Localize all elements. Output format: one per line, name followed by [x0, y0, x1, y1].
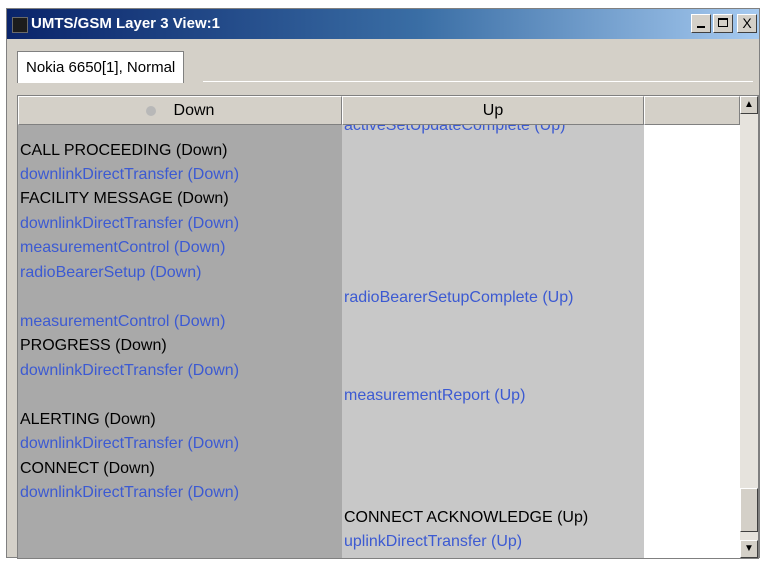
window-title: UMTS/GSM Layer 3 View:1: [31, 15, 220, 32]
column-header-empty[interactable]: [644, 96, 740, 125]
scroll-down-arrow-icon: ▼: [744, 543, 754, 554]
title-bar[interactable]: UMTS/GSM Layer 3 View:1 X: [7, 9, 759, 39]
tab-device[interactable]: Nokia 6650[1], Normal: [17, 51, 185, 83]
message-up[interactable]: uplinkDirectTransfer (Up): [344, 532, 522, 552]
message-down[interactable]: CONNECT (Down): [20, 459, 155, 479]
column-header-down-label: Down: [173, 102, 215, 119]
close-icon: X: [742, 15, 752, 31]
message-down[interactable]: downlinkDirectTransfer (Down): [20, 483, 239, 503]
message-down[interactable]: downlinkDirectTransfer (Down): [20, 434, 239, 454]
up-column: [342, 96, 644, 558]
message-up[interactable]: radioBearerSetupComplete (Up): [344, 288, 573, 308]
scroll-down-button[interactable]: ▼: [740, 540, 758, 558]
app-icon: [12, 17, 28, 33]
minimize-button[interactable]: [691, 14, 711, 33]
message-down[interactable]: radioBearerSetup (Down): [20, 263, 201, 283]
message-down[interactable]: CALL PROCEEDING (Down): [20, 141, 227, 161]
sort-icon: [145, 105, 156, 116]
empty-column: [644, 96, 740, 558]
message-up[interactable]: CONNECT ACKNOWLEDGE (Up): [344, 508, 588, 528]
column-header-up[interactable]: Up: [342, 96, 644, 125]
column-header-down[interactable]: Down: [18, 96, 342, 125]
message-down[interactable]: downlinkDirectTransfer (Down): [20, 214, 239, 234]
message-down[interactable]: downlinkDirectTransfer (Down): [20, 165, 239, 185]
layer3-view-window: UMTS/GSM Layer 3 View:1 X Nokia 6650[1],…: [6, 8, 760, 559]
close-button[interactable]: X: [737, 14, 757, 33]
maximize-button[interactable]: [713, 14, 733, 33]
message-up[interactable]: measurementReport (Up): [344, 386, 525, 406]
vertical-scrollbar[interactable]: ▲ ▼: [740, 96, 758, 558]
scrollbar-thumb[interactable]: [740, 488, 758, 532]
message-down[interactable]: ALERTING (Down): [20, 410, 156, 430]
message-grid: Down Up activeSetUpdateComplete (Up) CAL…: [17, 95, 759, 559]
scroll-up-button[interactable]: ▲: [740, 96, 758, 114]
maximize-icon: [718, 18, 728, 27]
message-down[interactable]: measurementControl (Down): [20, 312, 225, 332]
minimize-icon: [697, 26, 705, 28]
message-down[interactable]: FACILITY MESSAGE (Down): [20, 189, 229, 209]
scroll-up-arrow-icon: ▲: [744, 99, 754, 110]
tab-strip-divider: [203, 81, 753, 82]
message-down[interactable]: measurementControl (Down): [20, 238, 225, 258]
message-down[interactable]: PROGRESS (Down): [20, 336, 167, 356]
message-down[interactable]: downlinkDirectTransfer (Down): [20, 361, 239, 381]
